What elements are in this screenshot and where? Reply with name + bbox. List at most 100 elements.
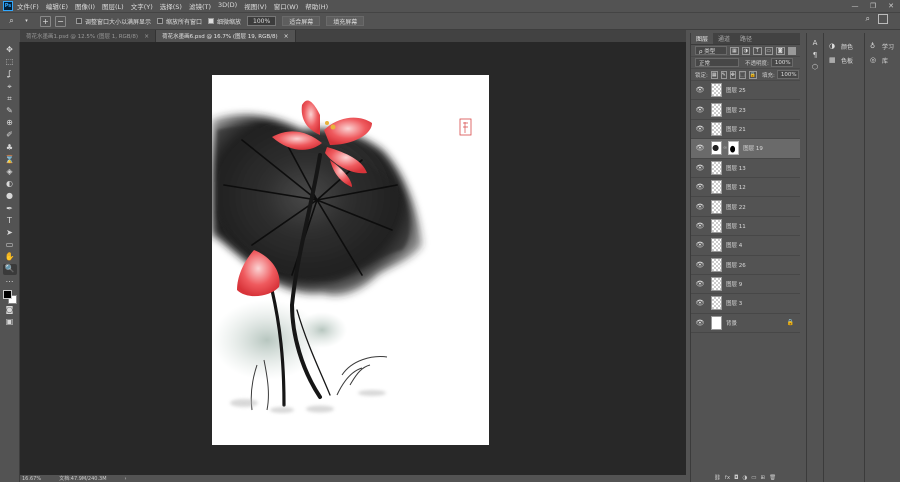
zoom-tool-icon[interactable]: 🔍 — [2, 263, 17, 275]
eye-icon[interactable]: 👁 — [695, 86, 705, 94]
new-layer-icon[interactable]: ⊞ — [760, 475, 765, 481]
brush-tool-icon[interactable]: ✐ — [3, 130, 17, 141]
learn-panel-button[interactable]: ♁ 学习 — [865, 39, 900, 53]
menu-item[interactable]: 3D(D) — [218, 1, 237, 11]
eye-icon[interactable]: 👁 — [695, 222, 705, 230]
character-icon[interactable]: A — [813, 39, 818, 51]
maximize-button[interactable]: ❐ — [864, 2, 882, 10]
layer-row[interactable]: 👁 图层 21 — [691, 120, 800, 140]
scrubby-zoom-checkbox[interactable] — [208, 18, 215, 24]
eye-icon[interactable]: 👁 — [695, 319, 705, 327]
zoom-in-icon[interactable]: + — [40, 15, 51, 27]
filter-toggle-icon[interactable] — [787, 46, 796, 55]
menu-item[interactable]: 视图(V) — [244, 1, 267, 11]
status-arrow-icon[interactable]: › — [125, 476, 127, 482]
type-tool-icon[interactable]: T — [3, 215, 17, 226]
adjustment-filter-icon[interactable]: ◑ — [741, 46, 751, 55]
photoshop-logo[interactable]: Ps — [3, 1, 13, 11]
eye-icon[interactable]: 👁 — [695, 203, 705, 211]
fit-screen-button[interactable]: 适合屏幕 — [282, 16, 321, 26]
menu-item[interactable]: 窗口(W) — [274, 1, 299, 11]
eye-icon[interactable]: 👁 — [695, 106, 705, 114]
layer-row[interactable]: 👁 图层 22 — [691, 197, 800, 217]
library-panel-button[interactable]: ◎ 库 — [865, 53, 900, 67]
lock-artboard-icon[interactable]: ⬚ — [739, 70, 746, 79]
link-layers-icon[interactable]: ⛓ — [714, 475, 721, 481]
add-mask-icon[interactable]: ◘ — [734, 475, 738, 481]
layer-row[interactable]: 👁 图层 13 — [691, 159, 800, 178]
path-select-icon[interactable]: ➤ — [3, 227, 17, 238]
eye-icon[interactable]: 👁 — [695, 183, 705, 191]
layer-row[interactable]: 👁 图层 23 — [691, 100, 800, 120]
tab-layers[interactable]: 图层 — [691, 33, 714, 44]
tab-document-1[interactable]: 荷花水墨画1.psd @ 12.5% (图层 1, RGB/8) × — [20, 30, 157, 42]
paragraph-icon[interactable]: ¶ — [813, 51, 817, 63]
link-icon[interactable]: ∞ — [723, 145, 727, 151]
menu-item[interactable]: 编辑(E) — [46, 1, 68, 11]
trash-icon[interactable]: 🗑 — [769, 475, 776, 481]
group-icon[interactable]: ▭ — [751, 475, 756, 481]
menu-item[interactable]: 文字(Y) — [131, 1, 153, 11]
eye-icon[interactable]: 👁 — [695, 241, 705, 249]
menu-item[interactable]: 文件(F) — [17, 1, 39, 11]
layer-row[interactable]: 👁 图层 9 — [691, 275, 800, 295]
layer-row[interactable]: 👁 图层 3 — [691, 294, 800, 314]
close-window-button[interactable]: ✕ — [882, 2, 900, 10]
color-panel-button[interactable]: ◑ 颜色 — [824, 39, 863, 53]
shape-filter-icon[interactable]: ▭ — [764, 46, 774, 55]
type-filter-icon[interactable]: T — [753, 46, 762, 55]
eye-icon[interactable]: 👁 — [695, 261, 705, 269]
close-icon[interactable]: × — [144, 33, 149, 40]
lasso-tool-icon[interactable]: ʆ — [3, 69, 17, 80]
blur-tool-icon[interactable]: ● — [3, 191, 17, 202]
lock-pixels-icon[interactable]: ▦ — [710, 70, 718, 79]
eye-icon[interactable]: 👁 — [695, 125, 705, 133]
eyedropper-icon[interactable]: ✎ — [3, 106, 17, 117]
layer-row[interactable]: 👁 图层 12 — [691, 178, 800, 198]
layer-row[interactable]: 👁 图层 4 — [691, 236, 800, 256]
layer-row[interactable]: 👁 图层 11 — [691, 217, 800, 237]
hand-tool-icon[interactable]: ✋ — [3, 252, 17, 263]
healing-brush-icon[interactable]: ⊕ — [3, 118, 17, 129]
swatches-panel-button[interactable]: ▦ 色板 — [824, 53, 863, 67]
pen-tool-icon[interactable]: ✒ — [3, 203, 17, 214]
filter-kind-select[interactable]: ρ 类型 — [695, 46, 728, 55]
chevron-down-icon[interactable]: ▾ — [21, 16, 32, 27]
tab-document-6[interactable]: 荷花水墨画6.psd @ 16.7% (图层 19, RGB/8) × — [156, 30, 296, 42]
lock-paint-icon[interactable]: ✎ — [720, 70, 727, 79]
magnify-icon[interactable]: ⌕ — [6, 16, 17, 27]
search-icon[interactable]: ⌕ — [866, 14, 870, 24]
opacity-field[interactable]: 100% — [770, 58, 793, 67]
eye-icon[interactable]: 👁 — [695, 299, 705, 307]
eye-icon[interactable]: 👁 — [695, 280, 705, 288]
menu-item[interactable]: 选择(S) — [160, 1, 182, 11]
rectangle-tool-icon[interactable]: ▭ — [3, 240, 17, 251]
menu-item[interactable]: 帮助(H) — [305, 1, 328, 11]
adjustment-layer-icon[interactable]: ◑ — [742, 475, 747, 481]
eye-icon[interactable]: 👁 — [695, 144, 705, 152]
eraser-icon[interactable]: ◈ — [3, 166, 17, 177]
layer-row[interactable]: 👁 背景 🔒 — [691, 314, 800, 334]
fill-screen-button[interactable]: 填充屏幕 — [326, 16, 365, 26]
fx-icon[interactable]: fx — [725, 475, 730, 481]
history-brush-icon[interactable]: ⌛ — [3, 154, 17, 165]
foreground-color[interactable] — [2, 289, 12, 299]
zoom-value-field[interactable]: 100% — [247, 16, 277, 26]
blend-mode-select[interactable]: 正常 — [695, 58, 739, 67]
lock-all-icon[interactable]: 🔒 — [748, 70, 757, 79]
zoom-all-checkbox[interactable] — [157, 18, 164, 24]
layer-mask-thumbnail[interactable] — [728, 141, 740, 156]
quick-select-icon[interactable]: ⌖ — [3, 81, 17, 92]
color-swatches[interactable] — [2, 289, 17, 304]
quick-mask-icon[interactable]: ◙ — [3, 304, 17, 315]
zoom-out-icon[interactable]: − — [55, 15, 66, 27]
clone-stamp-icon[interactable]: ♣ — [3, 142, 17, 153]
crop-tool-icon[interactable]: ⌗ — [3, 93, 17, 104]
tab-channels[interactable]: 通道 — [713, 33, 735, 44]
marquee-tool-icon[interactable]: ⬚ — [3, 57, 17, 68]
layer-row[interactable]: 👁 ∞ 图层 19 — [691, 139, 800, 159]
menu-item[interactable]: 图层(L) — [102, 1, 124, 11]
3d-cube-icon[interactable]: ⬡ — [812, 63, 818, 75]
screen-mode-icon[interactable]: ▣ — [3, 317, 17, 328]
gradient-tool-icon[interactable]: ◐ — [3, 179, 17, 190]
